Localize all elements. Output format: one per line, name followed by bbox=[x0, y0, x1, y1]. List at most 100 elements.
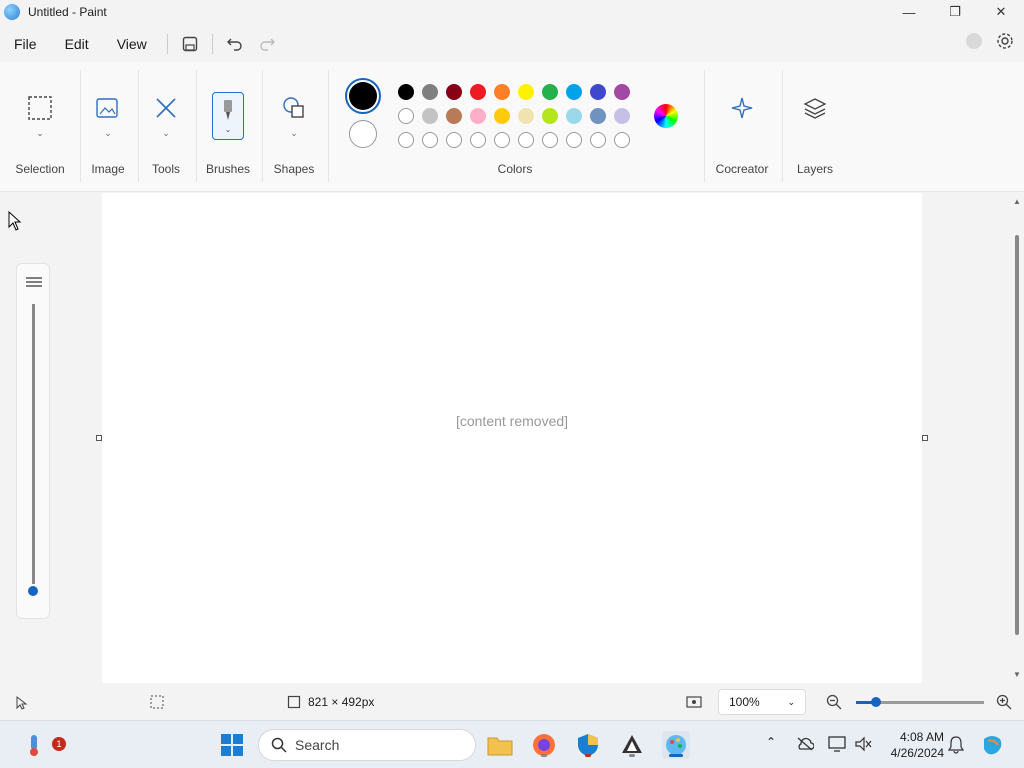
taskbar-search[interactable]: Search bbox=[258, 729, 476, 761]
color-swatch[interactable] bbox=[470, 108, 486, 124]
scrollbar-thumb[interactable] bbox=[1015, 235, 1019, 635]
color-swatch[interactable] bbox=[422, 84, 438, 100]
resize-handle-left[interactable] bbox=[96, 435, 102, 441]
account-avatar[interactable] bbox=[966, 33, 982, 49]
restore-button[interactable]: ❐ bbox=[932, 0, 978, 24]
color-swatch[interactable] bbox=[542, 108, 558, 124]
chevron-up-icon[interactable]: ⌃ bbox=[766, 735, 776, 749]
zoom-out-icon[interactable] bbox=[826, 694, 842, 710]
zoom-select[interactable]: 100% ⌄ bbox=[718, 689, 806, 715]
image-group[interactable]: ⌄ Image bbox=[80, 62, 136, 192]
zoom-in-icon[interactable] bbox=[996, 694, 1012, 710]
tools-group[interactable]: ⌄ Tools bbox=[138, 62, 194, 192]
save-button[interactable] bbox=[174, 30, 206, 58]
chevron-down-icon: ⌄ bbox=[36, 128, 44, 138]
custom-color-slot[interactable] bbox=[494, 132, 510, 148]
colors-label: Colors bbox=[497, 162, 533, 176]
color-swatch[interactable] bbox=[614, 108, 630, 124]
color-swatch[interactable] bbox=[446, 84, 462, 100]
scroll-up-icon[interactable]: ▲ bbox=[1013, 197, 1021, 206]
custom-color-slot[interactable] bbox=[398, 132, 414, 148]
settings-gear-icon[interactable] bbox=[996, 32, 1014, 50]
paint-taskbar-button[interactable] bbox=[662, 731, 690, 759]
active-indicator bbox=[669, 754, 683, 757]
menu-file[interactable]: File bbox=[0, 36, 51, 52]
menu-bar: File Edit View bbox=[0, 28, 1024, 60]
copilot-icon bbox=[984, 736, 1002, 755]
color-swatch[interactable] bbox=[614, 84, 630, 100]
menu-view[interactable]: View bbox=[103, 36, 161, 52]
brushes-label: Brushes bbox=[205, 162, 251, 176]
shapes-group[interactable]: ⌄ Shapes bbox=[262, 62, 326, 192]
secondary-color[interactable] bbox=[349, 120, 377, 148]
clock-time: 4:08 AM bbox=[899, 730, 944, 744]
firefox-button[interactable] bbox=[530, 731, 558, 759]
custom-color-slot[interactable] bbox=[614, 132, 630, 148]
brushes-group[interactable]: ⌄ Brushes bbox=[196, 62, 260, 192]
weather-widget[interactable]: 1 bbox=[20, 731, 66, 759]
network-volume-icon[interactable] bbox=[854, 736, 872, 752]
vertical-scrollbar[interactable]: ▲ ▼ bbox=[1010, 193, 1024, 683]
brush-selected[interactable]: ⌄ bbox=[212, 92, 244, 140]
file-explorer-button[interactable] bbox=[486, 731, 514, 759]
thermometer-icon bbox=[30, 735, 38, 756]
redo-button[interactable] bbox=[251, 30, 283, 58]
custom-color-slot[interactable] bbox=[422, 132, 438, 148]
scroll-down-icon[interactable]: ▼ bbox=[1013, 670, 1021, 679]
layers-group[interactable]: Layers bbox=[782, 62, 848, 192]
chevron-down-icon: ⌄ bbox=[162, 128, 170, 138]
security-button[interactable] bbox=[574, 731, 602, 759]
cocreator-group[interactable]: Cocreator bbox=[704, 62, 780, 192]
running-indicator bbox=[629, 754, 635, 757]
color-swatch[interactable] bbox=[590, 108, 606, 124]
zoom-slider[interactable] bbox=[856, 697, 984, 707]
minimize-button[interactable]: — bbox=[886, 0, 932, 24]
sparkle-icon bbox=[726, 92, 758, 124]
color-swatch[interactable] bbox=[470, 84, 486, 100]
color-swatch[interactable] bbox=[542, 84, 558, 100]
resize-handle-right[interactable] bbox=[922, 435, 928, 441]
color-swatch[interactable] bbox=[422, 108, 438, 124]
color-swatch[interactable] bbox=[566, 84, 582, 100]
menu-edit[interactable]: Edit bbox=[51, 36, 103, 52]
custom-color-slot[interactable] bbox=[590, 132, 606, 148]
copilot-button[interactable] bbox=[978, 731, 1006, 759]
display-icon[interactable] bbox=[828, 736, 846, 752]
selection-group[interactable]: ⌄ Selection bbox=[0, 62, 80, 192]
start-button[interactable] bbox=[218, 731, 246, 759]
color-swatch[interactable] bbox=[518, 108, 534, 124]
color-swatch[interactable] bbox=[518, 84, 534, 100]
search-icon bbox=[271, 737, 287, 753]
primary-color[interactable] bbox=[345, 78, 381, 114]
color-swatch[interactable] bbox=[398, 84, 414, 100]
notification-bell-icon[interactable] bbox=[948, 736, 964, 754]
brush-size-knob[interactable] bbox=[28, 586, 38, 596]
custom-color-slot[interactable] bbox=[566, 132, 582, 148]
color-swatch[interactable] bbox=[494, 108, 510, 124]
color-swatch[interactable] bbox=[494, 84, 510, 100]
color-swatch[interactable] bbox=[566, 108, 582, 124]
menu-separator bbox=[211, 34, 213, 54]
custom-color-slot[interactable] bbox=[470, 132, 486, 148]
canvas-placeholder: [content removed] bbox=[455, 413, 569, 429]
custom-color-slot[interactable] bbox=[446, 132, 462, 148]
custom-color-slot[interactable] bbox=[518, 132, 534, 148]
custom-color-slot[interactable] bbox=[542, 132, 558, 148]
onedrive-icon[interactable] bbox=[796, 737, 814, 751]
image-icon bbox=[92, 92, 124, 124]
running-indicator bbox=[585, 754, 591, 757]
undo-button[interactable] bbox=[219, 30, 251, 58]
edit-colors-icon[interactable] bbox=[654, 104, 678, 128]
color-swatch[interactable] bbox=[398, 108, 414, 124]
brush-size-track[interactable] bbox=[32, 304, 35, 584]
drawing-canvas[interactable]: [content removed] bbox=[102, 193, 922, 683]
zoom-slider-knob[interactable] bbox=[871, 697, 881, 707]
selection-size-icon bbox=[150, 695, 164, 709]
system-clock[interactable]: 4:08 AM 4/26/2024 bbox=[882, 729, 944, 761]
inkscape-button[interactable] bbox=[618, 731, 646, 759]
close-button[interactable]: ✕ bbox=[978, 0, 1024, 24]
color-swatch[interactable] bbox=[446, 108, 462, 124]
fit-to-window-icon[interactable] bbox=[686, 695, 702, 709]
color-swatch[interactable] bbox=[590, 84, 606, 100]
brush-icon bbox=[224, 99, 232, 120]
